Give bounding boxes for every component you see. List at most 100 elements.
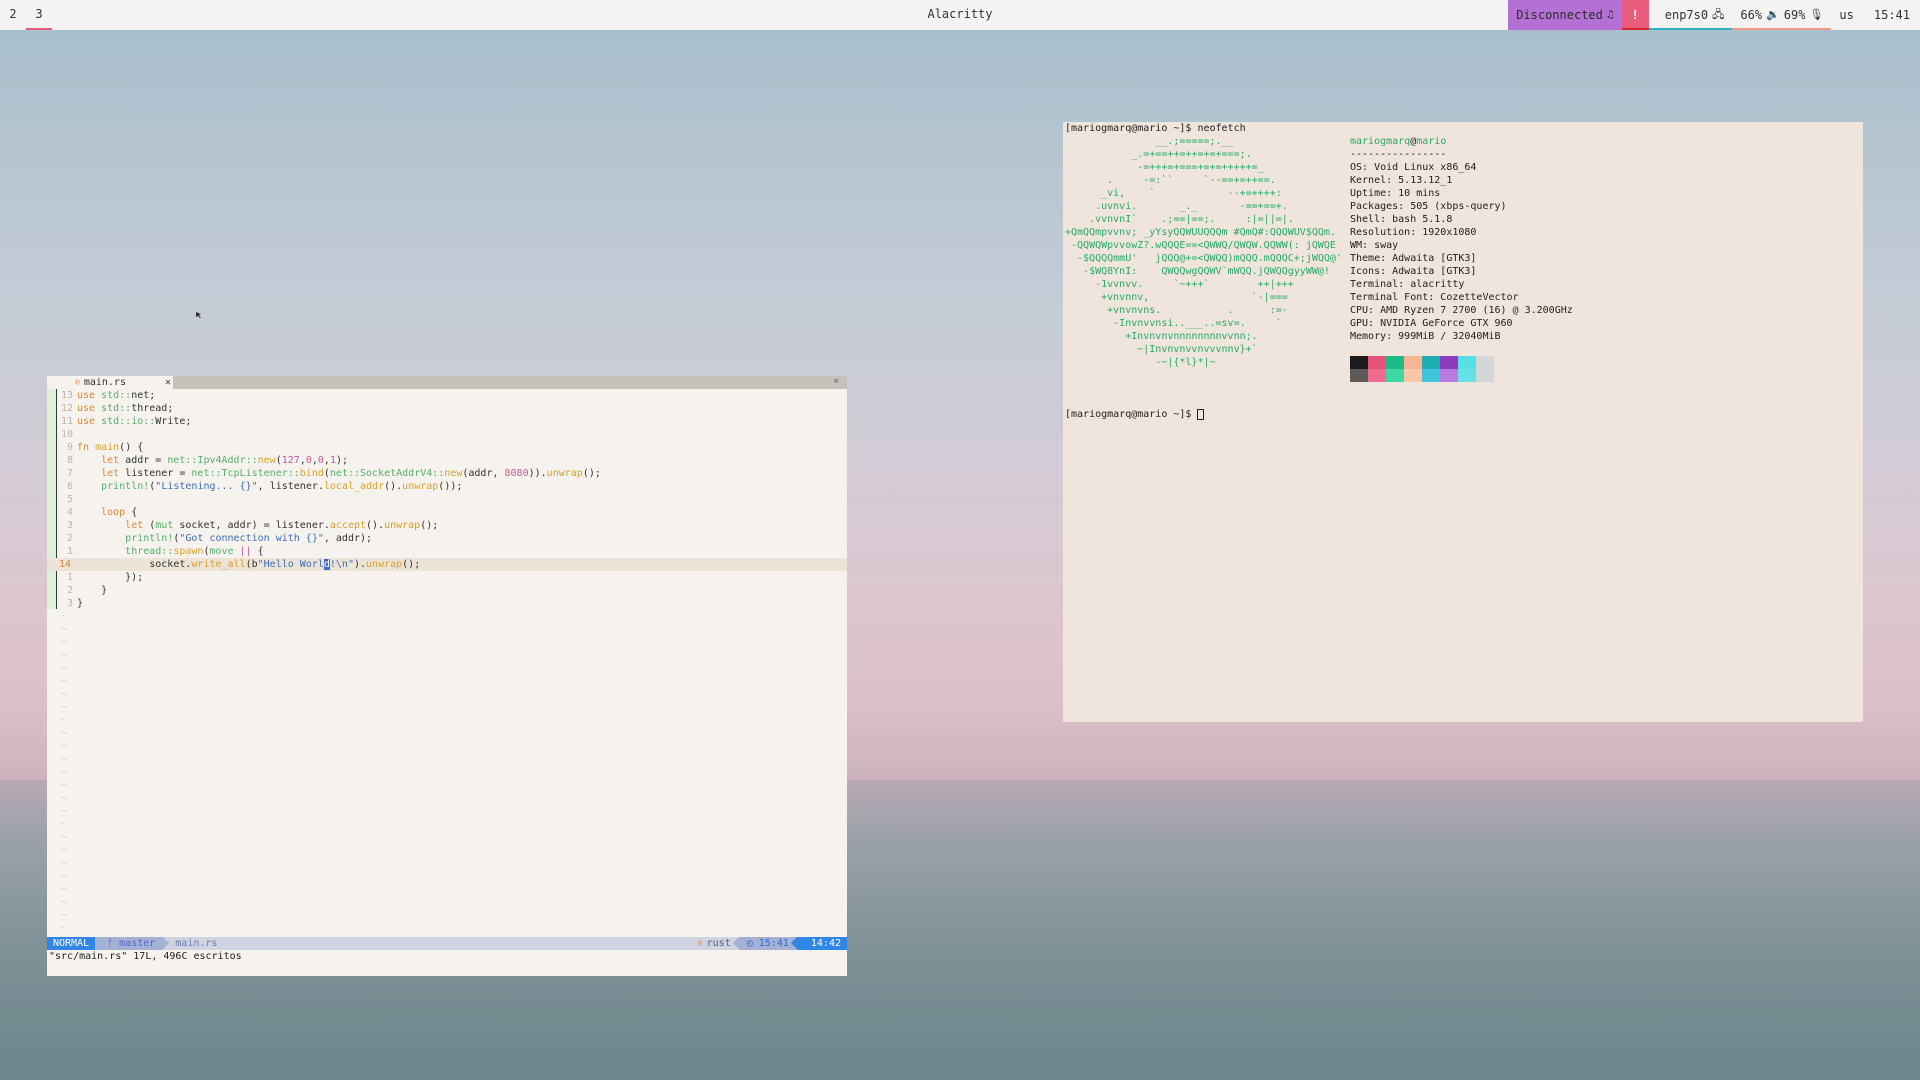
info-line: Terminal Font: CozetteVector — [1350, 292, 1519, 303]
terminal-window[interactable]: [mariogmarq@mario ~]$ neofetch __.;=====… — [1063, 122, 1863, 722]
prompt-text: [mariogmarq@mario ~]$ — [1065, 409, 1198, 420]
code-line[interactable]: 13 use std::net; — [47, 389, 847, 402]
code-line[interactable]: 6 println!("Listening... {}", listener.l… — [47, 480, 847, 493]
code-line[interactable]: 1 }); — [47, 571, 847, 584]
code-text: use std::io::Write; — [77, 416, 192, 427]
line-number: 2 — [66, 533, 73, 544]
hostname: mario — [1416, 136, 1447, 147]
info-line: Uptime: 10 mins — [1350, 188, 1441, 199]
logo-line: ~|Invnvnvvnvvvnnv}+` — [1065, 344, 1258, 355]
code-line[interactable]: 14 socket.write_all(b"Hello World!\n").u… — [47, 558, 847, 571]
network-status[interactable]: enp7s0 🖧 — [1648, 0, 1733, 30]
statusline-time: ◴ 15:41 — [732, 937, 797, 950]
code-line[interactable]: 5 — [47, 493, 847, 506]
line-number: 2 — [66, 585, 73, 596]
line-number: 9 — [66, 442, 73, 453]
keyboard-layout[interactable]: us — [1831, 0, 1865, 30]
info-line: Terminal: alacritty — [1350, 279, 1465, 290]
info-line: Resolution: 1920x1080 — [1350, 227, 1477, 238]
info-line: OS: Void Linux x86_64 — [1350, 162, 1477, 173]
logo-line: -QQWQWpvvowZ?.wQQQE==<QWWQ/QWQW.QQWW(: j… — [1065, 240, 1336, 251]
workspace-3[interactable]: 3 — [26, 0, 52, 30]
code-text: loop { — [101, 507, 138, 518]
empty-line-marker: ~ — [61, 871, 68, 882]
mic-label: 69% — [1783, 8, 1806, 22]
empty-lines: ~~~~~~~~~~~~~~~~~~~~~~~~~~ — [47, 610, 847, 948]
line-number: 10 — [60, 429, 73, 440]
code-line[interactable]: 1 thread::spawn(move || { — [47, 545, 847, 558]
empty-line-marker: ~ — [61, 767, 68, 778]
logo-line: -$QQQQmmU' jQQQ@+=<QWQQ)mQQQ.mQQQC+;jWQQ… — [1065, 253, 1342, 264]
close-all-tabs-icon[interactable]: ✖ — [834, 376, 839, 389]
tab-main-rs[interactable]: ® main.rs ✕ — [47, 376, 173, 389]
layout-label: us — [1839, 8, 1854, 22]
code-line[interactable]: 4 loop { — [47, 506, 847, 519]
code-line[interactable]: 2 println!("Got connection with {}", add… — [47, 532, 847, 545]
network-label: enp7s0 — [1664, 8, 1709, 22]
color-palette — [1350, 356, 1494, 382]
code-line[interactable]: 9 fn main() { — [47, 441, 847, 454]
command-line[interactable]: "src/main.rs" 17L, 496C escritos — [47, 950, 847, 963]
logo-line: .vvnvnI` .;==|==;. :|=||=|. — [1065, 214, 1294, 225]
code-line[interactable]: 12 use std::thread; — [47, 402, 847, 415]
line-number: 3 — [66, 598, 73, 609]
code-text: } — [77, 598, 84, 609]
music-status-label: Disconnected — [1516, 8, 1603, 22]
empty-line-marker: ~ — [61, 611, 68, 622]
code-line[interactable]: 11 use std::io::Write; — [47, 415, 847, 428]
line-number: 8 — [66, 455, 73, 466]
clock-label: 15:41 — [1873, 8, 1910, 22]
workspace-2[interactable]: 2 — [0, 0, 26, 30]
palette-swatch — [1386, 356, 1404, 369]
empty-line-marker: ~ — [61, 858, 68, 869]
vim-statusline: NORMAL ᚠ master main.rs ® rust ◴ 15:41 14… — [47, 937, 847, 950]
palette-swatch — [1386, 369, 1404, 382]
code-text: let addr = net::Ipv4Addr::new(127,0,0,1)… — [101, 455, 349, 466]
filetype-label: rust — [706, 938, 731, 949]
empty-line-marker: ~ — [61, 650, 68, 661]
code-text: use std::thread; — [77, 403, 174, 414]
rust-icon: ® — [75, 378, 80, 387]
neovim-window[interactable]: ® main.rs ✕ ✖ 13 use std::net; 12 use std::t… — [47, 376, 847, 976]
palette-swatch — [1368, 369, 1386, 382]
palette-swatch — [1476, 369, 1494, 382]
microphone-icon: 🎙 — [1809, 8, 1824, 21]
audio-status[interactable]: 66% 🔉 69% 🎙 — [1732, 0, 1832, 30]
info-line: Memory: 999MiB / 32040MiB — [1350, 331, 1501, 342]
logo-line: -~|{*l}*|~ — [1065, 357, 1216, 368]
code-line[interactable]: 10 — [47, 428, 847, 441]
code-text: socket.write_all(b"Hello World!\n").unwr… — [77, 559, 421, 570]
palette-swatch — [1404, 356, 1422, 369]
active-prompt[interactable]: [mariogmarq@mario ~]$ — [1065, 408, 1205, 421]
alert-indicator[interactable]: ! — [1621, 0, 1649, 30]
empty-line-marker: ~ — [61, 819, 68, 830]
logo-line: -Invnvvnsi..___..=sv=. ` — [1065, 318, 1282, 329]
code-line[interactable]: 3 let (mut socket, addr) = listener.acce… — [47, 519, 847, 532]
music-status[interactable]: Disconnected ♫ — [1508, 0, 1622, 30]
code-area[interactable]: 13 use std::net; 12 use std::thread; 11 use s… — [47, 389, 847, 610]
line-number: 4 — [66, 507, 73, 518]
close-tab-icon[interactable]: ✕ — [165, 376, 171, 389]
cursor-position: 14:42 — [790, 937, 847, 950]
code-line[interactable]: 8 let addr = net::Ipv4Addr::new(127,0,0,… — [47, 454, 847, 467]
code-line[interactable]: 7 let listener = net::TcpListener::bind(… — [47, 467, 847, 480]
code-text: } — [77, 585, 108, 596]
terminal-cursor — [1197, 408, 1205, 420]
empty-line-marker: ~ — [61, 728, 68, 739]
logo-line: _.=+==++=++=+=+===;. — [1065, 149, 1252, 160]
line-number: 1 — [66, 572, 73, 583]
palette-swatch — [1350, 356, 1368, 369]
tab-bar: ® main.rs ✕ ✖ — [47, 376, 847, 389]
code-line[interactable]: 3} — [47, 597, 847, 610]
empty-line-marker: ~ — [61, 910, 68, 921]
logo-line: __.;=====;.__ — [1065, 136, 1234, 147]
palette-swatch — [1440, 356, 1458, 369]
code-line[interactable]: 2 } — [47, 584, 847, 597]
code-text: println!("Got connection with {}", addr)… — [125, 533, 373, 544]
empty-line-marker: ~ — [61, 884, 68, 895]
speaker-icon: 🔉 — [1766, 8, 1780, 21]
logo-line: . -=:`` `--==+=++==. — [1065, 175, 1276, 186]
empty-line-marker: ~ — [61, 780, 68, 791]
palette-swatch — [1350, 369, 1368, 382]
line-number: 11 — [60, 416, 73, 427]
